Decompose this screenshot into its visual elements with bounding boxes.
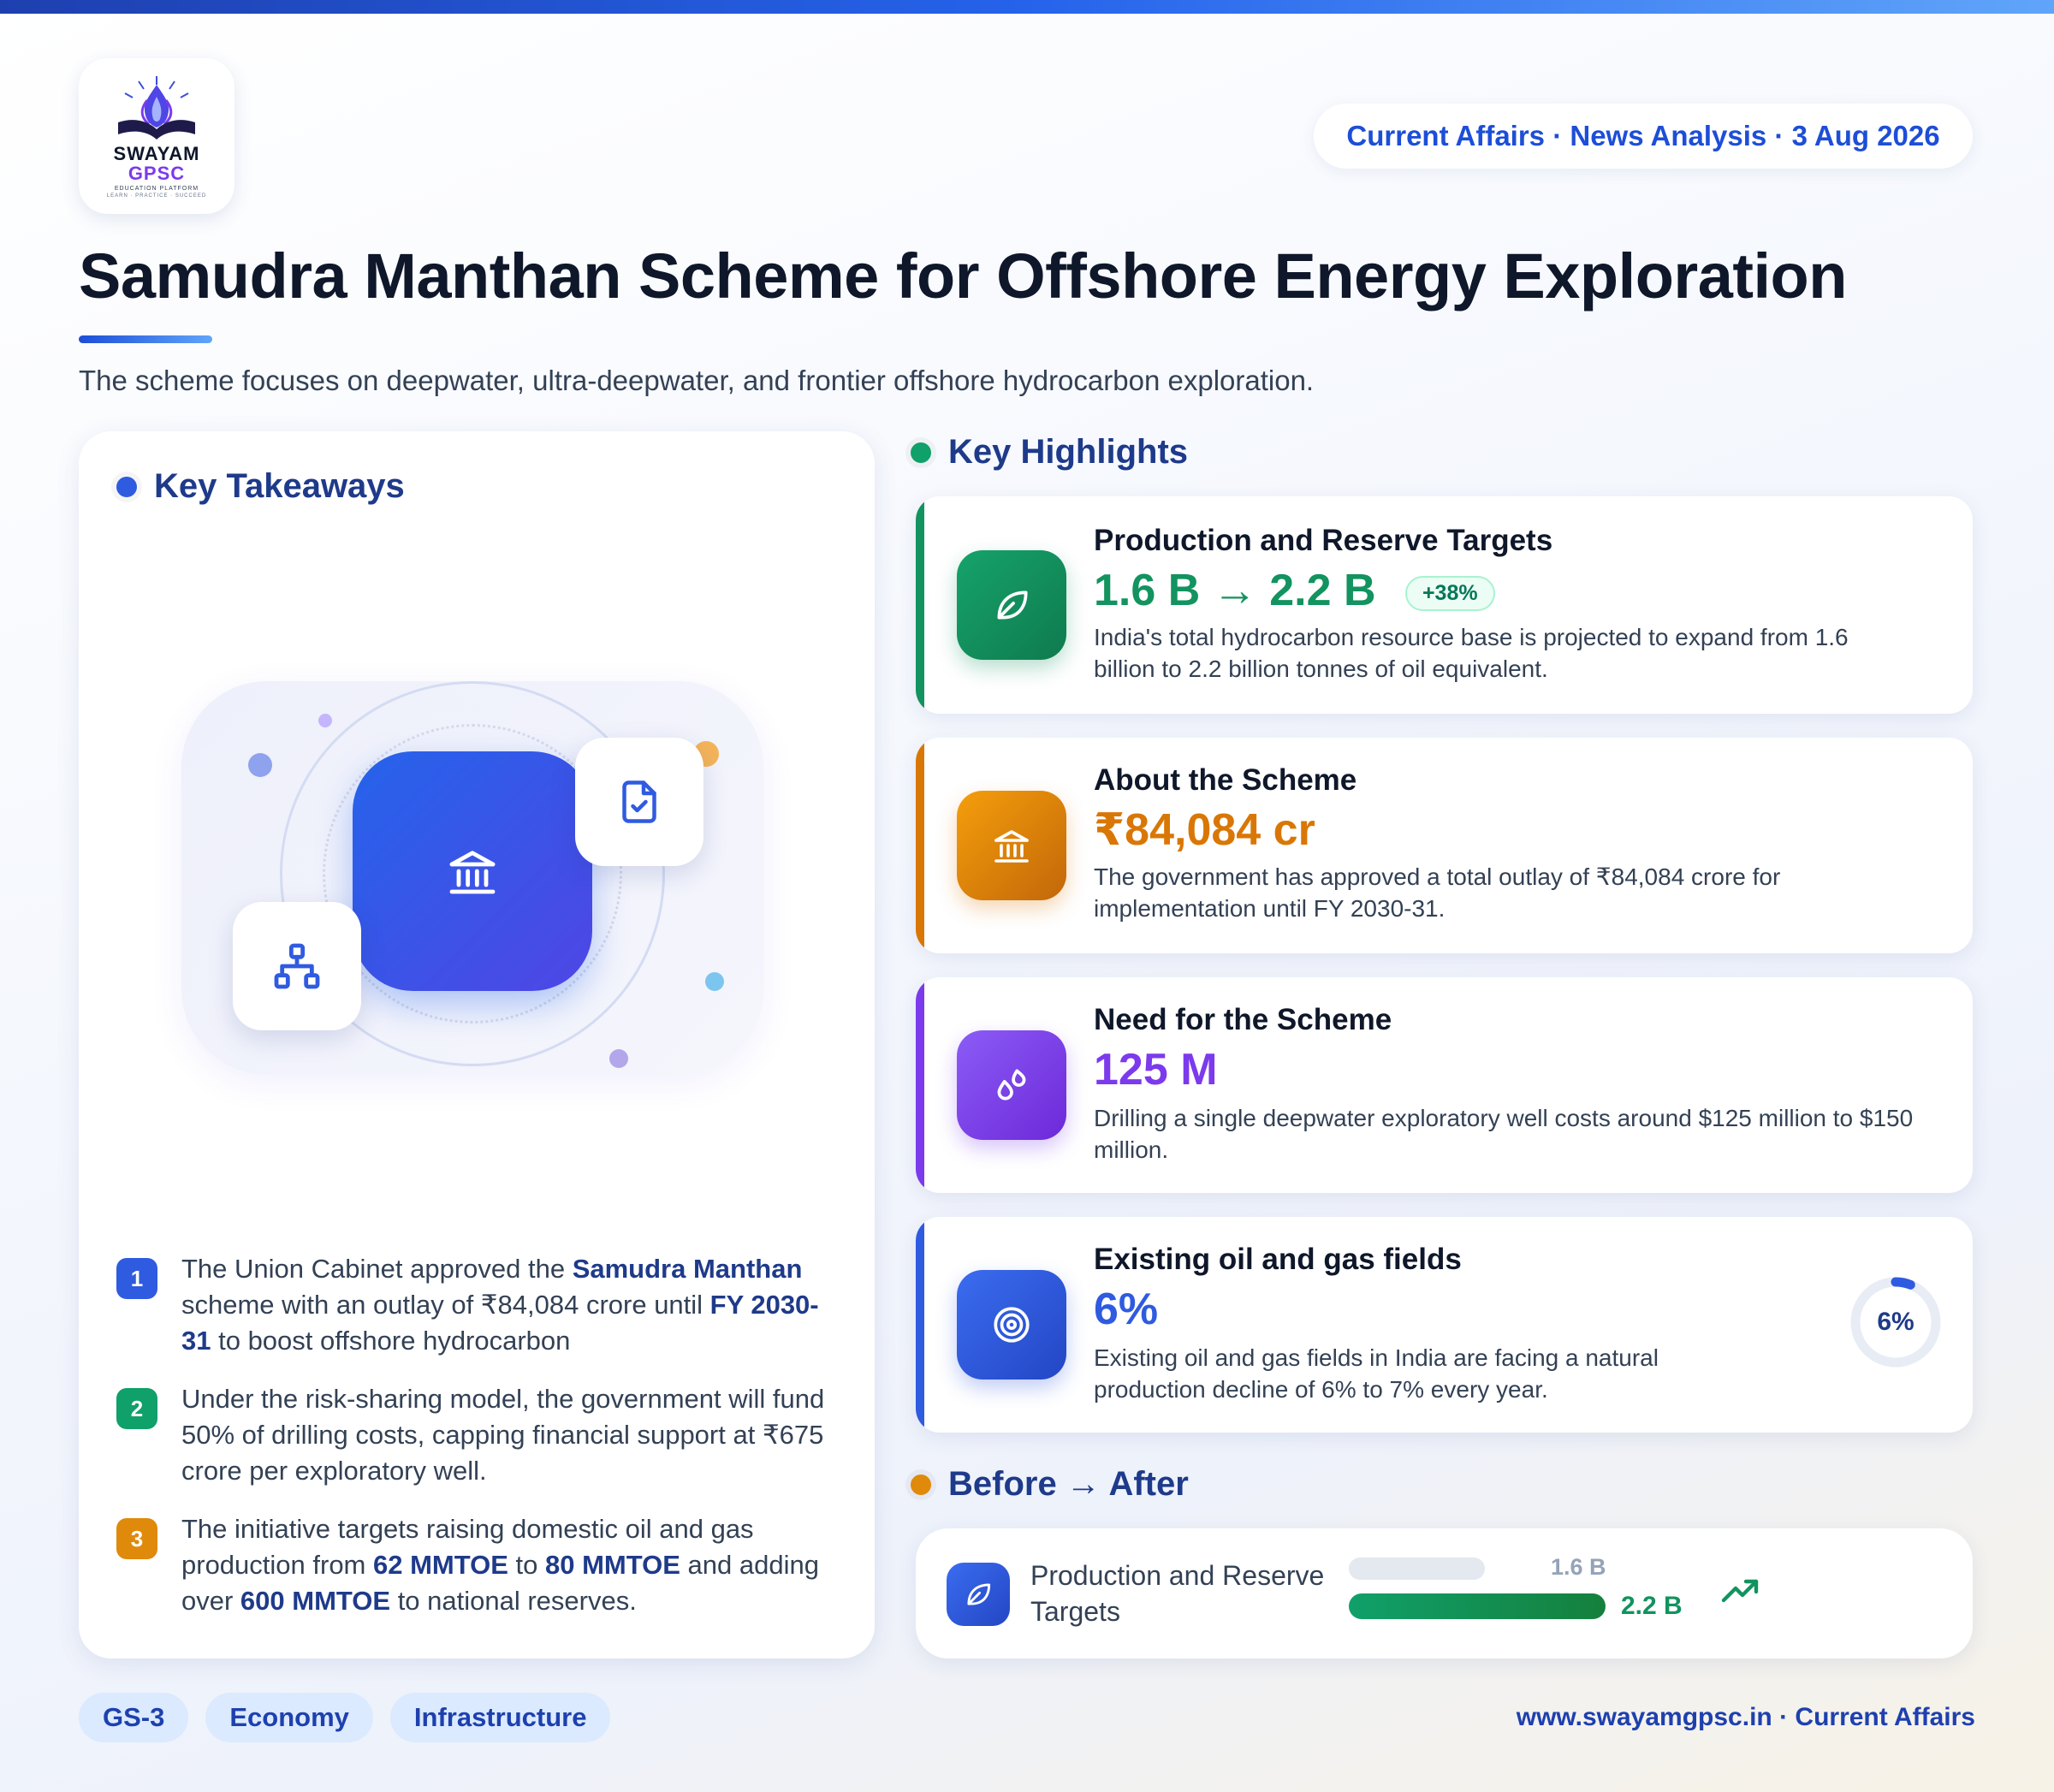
logo-motto: LEARN · PRACTICE · SUCCEED (106, 193, 207, 199)
droplets-tile (957, 1030, 1066, 1140)
highlight-description: Drilling a single deepwater exploratory … (1094, 1105, 1914, 1163)
highlight-title: About the Scheme (1094, 763, 1357, 797)
file-check-icon (622, 780, 656, 823)
gauge-label: 6% (1877, 1308, 1914, 1336)
card-accent-bar (916, 1217, 924, 1433)
key-highlights-title: Key Highlights (948, 433, 1189, 471)
swayam-gpsc-logo[interactable]: SWAYAM GPSC EDUCATION PLATFORM LEARN · P… (79, 58, 234, 214)
bank-tile (957, 791, 1066, 900)
trending-up-icon (1721, 1579, 1759, 1603)
title-underline (79, 335, 212, 343)
highlight-card-existing-fields: Existing oil and gas fields 6% Existing … (916, 1217, 1973, 1433)
leaf-icon (997, 590, 1028, 620)
illustration (181, 681, 763, 1075)
heading-dot-icon (911, 442, 931, 463)
takeaway-number: 3 (116, 1518, 157, 1559)
heading-dot-icon (116, 476, 137, 497)
after-bar (1349, 1593, 1606, 1619)
key-takeaways-title: Key Takeaways (154, 467, 405, 505)
logo-name-line2: GPSC (128, 162, 186, 184)
takeaway-text: The initiative targets raising domestic … (181, 1514, 819, 1616)
takeaway-number: 2 (116, 1388, 157, 1429)
heading-dot-icon (911, 1474, 931, 1495)
takeaway-text: Under the risk-sharing model, the govern… (181, 1384, 825, 1486)
leaf-icon (967, 1583, 991, 1605)
value-to: 2.2 B (1269, 566, 1376, 615)
takeaway-item-1: 1 The Union Cabinet approved the Samudra… (116, 1251, 835, 1359)
document-tile (575, 738, 703, 866)
decor-dot (609, 1049, 628, 1068)
after-value: 2.2 B (1621, 1592, 1683, 1620)
decor-dot (705, 972, 724, 991)
page-subtitle: The scheme focuses on deepwater, ultra-d… (79, 365, 1315, 396)
highlight-value: 125 M (1094, 1045, 1218, 1095)
decor-dot (318, 714, 332, 727)
highlight-value: ₹84,084 cr (1094, 805, 1315, 855)
hierarchy-icon (274, 943, 320, 989)
before-bar (1349, 1558, 1486, 1580)
footer-link[interactable]: www.swayamgpsc.in · Current Affairs (1517, 1703, 1975, 1732)
highlight-description: The government has approved a total outl… (1094, 863, 1781, 922)
before-after-card: Production and Reserve Targets 1.6 B 2.2… (916, 1528, 1973, 1658)
takeaway-item-2: 2 Under the risk-sharing model, the gove… (116, 1381, 835, 1489)
arrow-right-icon: → (1212, 566, 1257, 615)
network-tile (233, 902, 361, 1030)
bank-icon (994, 830, 1029, 863)
highlight-card-production: Production and Reserve Targets 1.6 B → 2… (916, 496, 1973, 714)
logo-tagline: EDUCATION PLATFORM (114, 185, 199, 192)
change-badge: +38% (1404, 575, 1495, 611)
target-icon (994, 1307, 1030, 1343)
takeaway-number: 1 (116, 1258, 157, 1299)
page-title: Samudra Manthan Scheme for Offshore Ener… (79, 240, 1847, 312)
before-value: 1.6 B (1551, 1554, 1606, 1580)
key-takeaways-heading: Key Takeaways (116, 467, 405, 506)
before-after-title: Before → After (948, 1465, 1189, 1503)
highlight-description: Existing oil and gas fields in India are… (1094, 1344, 1659, 1403)
leaf-tile (947, 1563, 1010, 1626)
top-accent-bar (0, 0, 2054, 14)
logo-name-line1: SWAYAM (113, 142, 200, 164)
tag-economy[interactable]: Economy (205, 1693, 373, 1742)
card-accent-bar (916, 738, 924, 953)
before-after-heading: Before → After (911, 1465, 1189, 1504)
date-meta-pill: Current Affairs · News Analysis · 3 Aug … (1314, 104, 1973, 169)
decor-dot (248, 753, 272, 777)
takeaway-item-3: 3 The initiative targets raising domesti… (116, 1511, 835, 1619)
tag-infrastructure[interactable]: Infrastructure (389, 1693, 611, 1742)
highlight-card-scheme: About the Scheme ₹84,084 cr The governme… (916, 738, 1973, 953)
tag-list: GS-3 Economy Infrastructure (79, 1693, 611, 1742)
bank-icon (449, 851, 496, 894)
card-accent-bar (916, 496, 924, 714)
leaf-tile (957, 550, 1066, 660)
decline-gauge: 6% (1847, 1273, 1944, 1371)
key-takeaways-card: Key Takeaways 1 The Union Cabinet approv… (79, 431, 875, 1658)
target-tile (957, 1270, 1066, 1380)
tag-gs3[interactable]: GS-3 (79, 1693, 189, 1742)
value-from: 1.6 B (1094, 566, 1201, 615)
before-after-label: Production and Reserve Targets (1030, 1560, 1325, 1627)
highlight-title: Existing oil and gas fields (1094, 1243, 1462, 1276)
droplets-icon (997, 1069, 1026, 1101)
takeaway-text: The Union Cabinet approved the Samudra M… (181, 1254, 819, 1356)
highlight-title: Production and Reserve Targets (1094, 524, 1553, 557)
highlight-title: Need for the Scheme (1094, 1003, 1392, 1036)
highlight-value: 6% (1094, 1285, 1159, 1334)
highlight-description: India's total hydrocarbon resource base … (1094, 624, 1849, 682)
card-accent-bar (916, 977, 924, 1193)
highlight-card-need: Need for the Scheme 125 M Drilling a sin… (916, 977, 1973, 1193)
flame-book-icon (118, 75, 195, 139)
key-highlights-heading: Key Highlights (911, 433, 1188, 472)
bank-tile (353, 751, 592, 991)
highlight-value: 1.6 B → 2.2 B +38% (1094, 565, 1495, 616)
